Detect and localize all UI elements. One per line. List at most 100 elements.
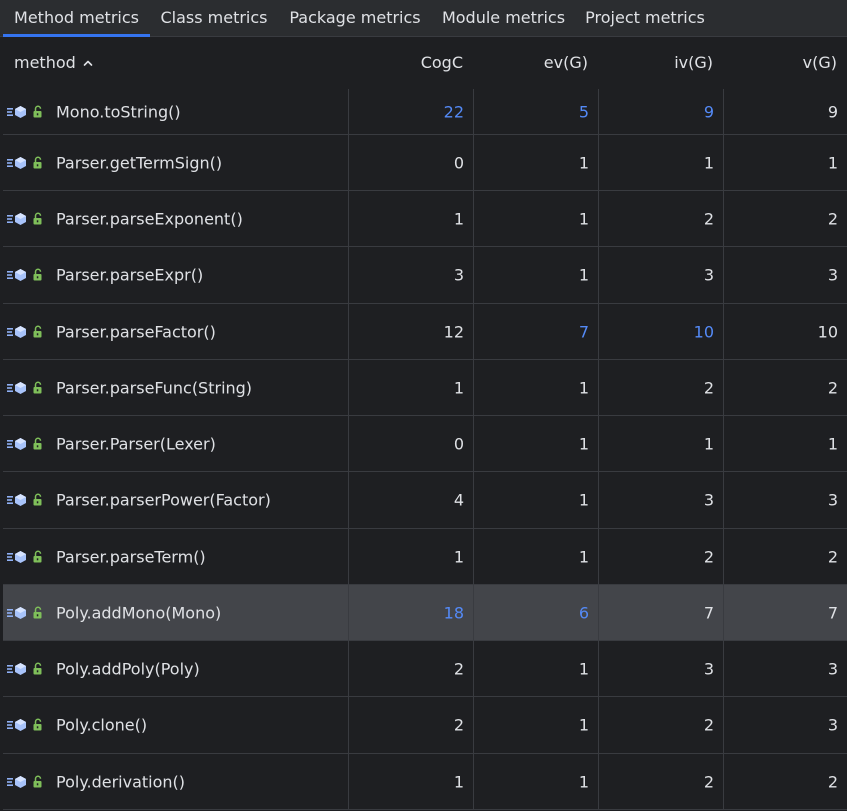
cell-method: Parser.parseExpr()	[3, 247, 348, 303]
cell-cogc: 1	[348, 754, 473, 809]
method-name: Parser.parseFunc(String)	[56, 378, 253, 397]
method-icon	[7, 156, 26, 169]
public-lock-icon	[33, 105, 42, 117]
table-row[interactable]: Parser.getTermSign() 0 1 1 1	[3, 135, 847, 191]
metric-value: 7	[827, 603, 838, 622]
cell-ivg: 1	[598, 135, 723, 190]
cell-method: Mono.toString()	[3, 89, 348, 134]
cell-ivg: 3	[598, 247, 723, 303]
metric-value: 7	[703, 603, 714, 622]
metric-value: 1	[578, 659, 589, 678]
cell-ivg: 1	[598, 416, 723, 471]
metric-value: 1	[578, 378, 589, 397]
row-icons	[6, 606, 46, 620]
cell-evg: 6	[473, 585, 598, 640]
cell-cogc: 1	[348, 191, 473, 246]
metric-value: 7	[578, 322, 589, 341]
metric-value: 2	[703, 715, 714, 735]
cell-method: Parser.Parser(Lexer)	[3, 416, 348, 471]
metric-value: 1	[453, 378, 464, 397]
table-row[interactable]: Parser.Parser(Lexer) 0 1 1 1	[3, 416, 847, 472]
method-name: Parser.parseFactor()	[56, 322, 216, 341]
table-row[interactable]: Parser.parseExpr() 3 1 3 3	[3, 247, 847, 304]
metric-value: 1	[578, 772, 589, 791]
method-icon	[7, 662, 26, 675]
metric-value: 1	[578, 434, 589, 453]
cell-cogc: 3	[348, 247, 473, 303]
cell-ivg: 3	[598, 472, 723, 528]
cell-method: Poly.addPoly(Poly)	[3, 641, 348, 696]
table-row[interactable]: Parser.parseFunc(String) 1 1 2 2	[3, 360, 847, 416]
public-lock-icon	[33, 718, 42, 731]
tab-package-metrics[interactable]: Package metrics	[278, 0, 432, 36]
metric-value: 5	[578, 102, 589, 121]
table-row[interactable]: Parser.parserPower(Factor) 4 1 3 3	[3, 472, 847, 529]
metric-value: 10	[693, 322, 714, 341]
cell-evg: 1	[473, 754, 598, 809]
cell-evg: 1	[473, 191, 598, 246]
cell-evg: 1	[473, 360, 598, 415]
cell-method: Parser.parserPower(Factor)	[3, 472, 348, 528]
column-header-evg[interactable]: ev(G)	[473, 37, 588, 89]
row-icons	[6, 718, 46, 732]
cell-method: Poly.derivation()	[3, 754, 348, 809]
column-header-ivg[interactable]: iv(G)	[598, 37, 713, 89]
public-lock-icon	[33, 325, 42, 337]
cell-method: Poly.clone()	[3, 697, 348, 753]
metric-value: 1	[703, 153, 714, 172]
cell-vg: 3	[723, 697, 847, 753]
table-row[interactable]: Poly.addMono(Mono) 18 6 7 7	[3, 585, 847, 641]
column-header-vg[interactable]: v(G)	[723, 37, 837, 89]
metric-value: 22	[443, 102, 464, 121]
table-row[interactable]: Parser.parseTerm() 1 1 2 2	[3, 529, 847, 585]
method-name: Parser.parserPower(Factor)	[56, 490, 271, 510]
cell-ivg: 10	[598, 304, 723, 359]
cell-cogc: 0	[348, 416, 473, 471]
metric-value: 12	[443, 322, 464, 341]
tab-class-metrics[interactable]: Class metrics	[150, 0, 278, 36]
table-row[interactable]: Poly.addPoly(Poly) 2 1 3 3	[3, 641, 847, 697]
table-row[interactable]: Poly.clone() 2 1 2 3	[3, 697, 847, 754]
tab-project-metrics[interactable]: Project metrics	[575, 0, 715, 36]
method-name: Poly.addPoly(Poly)	[56, 659, 200, 678]
cell-cogc: 0	[348, 135, 473, 190]
metric-value: 3	[827, 659, 838, 678]
cell-ivg: 2	[598, 191, 723, 246]
cell-ivg: 3	[598, 641, 723, 696]
metric-value: 1	[578, 547, 589, 566]
metric-value: 2	[703, 209, 714, 228]
column-header-cogc[interactable]: CogC	[348, 37, 463, 89]
public-lock-icon	[33, 550, 42, 562]
table-row[interactable]: Mono.toString() 22 5 9 9	[3, 89, 847, 135]
row-icons	[6, 212, 46, 226]
cell-ivg: 2	[598, 529, 723, 584]
method-icon	[7, 381, 26, 394]
metric-value: 3	[827, 265, 838, 285]
table-row[interactable]: Poly.derivation() 1 1 2 2	[3, 754, 847, 810]
cell-vg: 3	[723, 247, 847, 303]
row-icons	[6, 775, 46, 789]
metric-value: 1	[453, 209, 464, 228]
method-name: Poly.clone()	[56, 715, 148, 735]
metric-value: 3	[453, 265, 464, 285]
cell-vg: 10	[723, 304, 847, 359]
table-row[interactable]: Parser.parseFactor() 12 7 10 10	[3, 304, 847, 360]
cell-cogc: 4	[348, 472, 473, 528]
public-lock-icon	[33, 212, 42, 224]
column-header-method[interactable]: method	[14, 37, 164, 89]
cell-vg: 1	[723, 135, 847, 190]
cell-evg: 1	[473, 697, 598, 753]
tab-module-metrics[interactable]: Module metrics	[432, 0, 575, 36]
tab-method-metrics[interactable]: Method metrics	[3, 0, 150, 37]
cell-vg: 3	[723, 472, 847, 528]
row-icons	[6, 437, 46, 451]
cell-method: Parser.parseFunc(String)	[3, 360, 348, 415]
row-icons	[6, 325, 46, 339]
metric-value: 2	[827, 209, 838, 228]
public-lock-icon	[33, 493, 42, 506]
metric-value: 1	[453, 772, 464, 791]
method-icon	[7, 269, 26, 281]
table-row[interactable]: Parser.parseExponent() 1 1 2 2	[3, 191, 847, 247]
metrics-tab-bar: Method metrics Class metrics Package met…	[0, 0, 847, 37]
cell-ivg: 7	[598, 585, 723, 640]
